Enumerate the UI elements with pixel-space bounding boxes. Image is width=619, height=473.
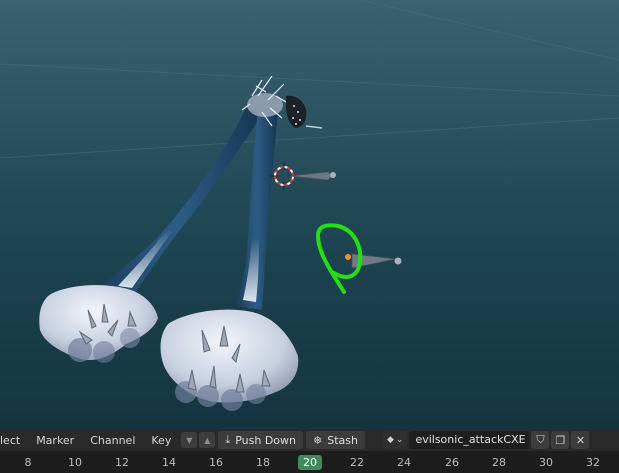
3d-cursor	[270, 162, 294, 190]
scene-canvas	[0, 0, 619, 411]
menu-channel[interactable]: Channel	[82, 434, 143, 447]
frame-number: 32	[586, 456, 600, 469]
right-hand	[160, 309, 299, 411]
frame-number: 24	[397, 456, 411, 469]
frame-number: 26	[445, 456, 459, 469]
frame-number: 18	[256, 456, 270, 469]
frame-number: 10	[68, 456, 82, 469]
snowflake-icon: ❄	[313, 433, 323, 447]
frame-ruler[interactable]: 8 10 12 14 16 18 20 22 24 26 28 30 32	[0, 451, 619, 473]
frame-number: 22	[350, 456, 364, 469]
frame-number: 30	[539, 456, 553, 469]
move-down-icon[interactable]: ▼	[181, 432, 198, 448]
fake-user-shield-icon[interactable]: ⛉	[531, 431, 550, 449]
current-frame-indicator[interactable]: 20	[298, 455, 322, 470]
menu-marker[interactable]: Marker	[28, 434, 82, 447]
dope-sheet-header: lect Marker Channel Key ▼ ▲ ⤓ Push Down …	[0, 429, 619, 451]
close-icon[interactable]: ✕	[571, 431, 590, 449]
stash-button[interactable]: ❄ Stash	[306, 431, 365, 449]
duplicate-action-icon[interactable]: ❐	[551, 431, 570, 449]
push-down-label: Push Down	[235, 433, 296, 447]
push-down-button[interactable]: ⤓ Push Down	[218, 431, 303, 449]
push-down-icon: ⤓	[225, 433, 231, 446]
frame-number: 28	[492, 456, 506, 469]
bone-selected	[345, 253, 402, 269]
frame-number: 14	[162, 456, 176, 469]
viewport-grid	[0, 0, 619, 159]
menu-key[interactable]: Key	[143, 434, 179, 447]
frame-number: 8	[24, 456, 32, 469]
action-icon: ◆	[386, 435, 394, 445]
left-arm	[96, 108, 262, 304]
chevron-down-icon: ⌄	[395, 435, 404, 445]
frame-number: 12	[115, 456, 129, 469]
3d-viewport[interactable]	[0, 0, 619, 429]
left-hand	[39, 285, 158, 363]
action-browse-dropdown[interactable]: ◆ ⌄	[382, 431, 408, 449]
action-name-field[interactable]: evilsonic_attackCXE	[409, 431, 530, 449]
bone-upper	[289, 171, 336, 181]
frame-number: 16	[209, 456, 223, 469]
stash-label: Stash	[327, 433, 358, 447]
move-up-icon[interactable]: ▲	[199, 432, 216, 448]
menu-select[interactable]: lect	[0, 434, 28, 447]
